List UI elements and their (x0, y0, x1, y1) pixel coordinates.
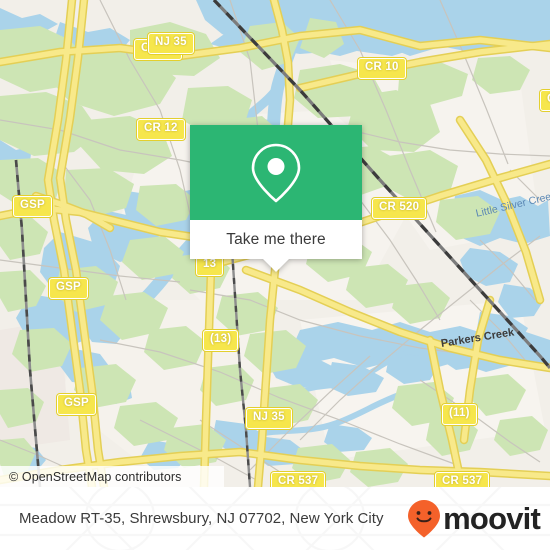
map-attribution[interactable]: © OpenStreetMap contributors (0, 466, 224, 487)
road-shield-edge-clipped[interactable]: C (540, 90, 550, 111)
map-canvas[interactable]: Little Silver Creek Parkers Creek CR 12 … (0, 0, 550, 487)
road-shield-cr12-mid[interactable]: CR 12 (137, 119, 185, 140)
popup-header (190, 125, 362, 220)
road-shield-11[interactable]: (11) (442, 404, 477, 425)
moovit-pin-icon (408, 499, 441, 537)
road-shield-gsp-middle[interactable]: GSP (49, 278, 88, 299)
bottom-info-bar: Meadow RT-35, Shrewsbury, NJ 07702, New … (0, 487, 550, 550)
moovit-wordmark: moovit (443, 501, 541, 536)
road-shield-gsp-lower[interactable]: GSP (57, 394, 96, 415)
moovit-logo[interactable]: moovit (407, 499, 541, 539)
map-pin-icon (251, 143, 301, 202)
road-shield-nj35-top[interactable]: NJ 35 (148, 33, 194, 54)
road-shield-cr537-right[interactable]: CR 537 (435, 472, 490, 487)
road-shield-gsp-upper[interactable]: GSP (13, 196, 52, 217)
take-me-there-button[interactable]: Take me there (226, 231, 326, 249)
address-label: Meadow RT-35, Shrewsbury, NJ 07702, New … (19, 509, 384, 527)
popup-tail-icon (263, 259, 289, 272)
road-shield-13-lower[interactable]: (13) (203, 330, 239, 351)
map-popup[interactable]: Take me there (190, 125, 362, 272)
road-shield-cr10[interactable]: CR 10 (358, 58, 406, 79)
map-screen: Little Silver Creek Parkers Creek CR 12 … (0, 0, 550, 550)
road-shield-cr537-left[interactable]: CR 537 (271, 472, 326, 487)
road-shield-nj35-bottom[interactable]: NJ 35 (246, 408, 292, 429)
popup-footer[interactable]: Take me there (190, 220, 362, 272)
road-shield-cr520[interactable]: CR 520 (372, 198, 427, 219)
attribution-text: © OpenStreetMap contributors (9, 469, 182, 484)
